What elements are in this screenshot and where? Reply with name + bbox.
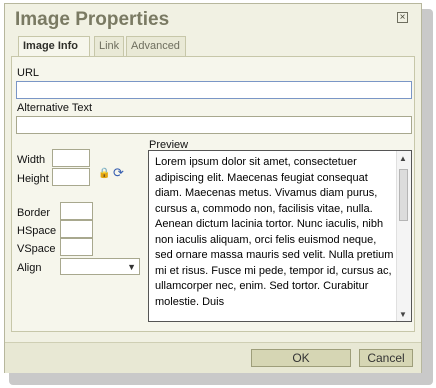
chevron-down-icon: ▼ bbox=[127, 262, 136, 272]
scroll-thumb[interactable] bbox=[399, 169, 408, 221]
hspace-label: HSpace bbox=[17, 225, 57, 237]
preview-box: Lorem ipsum dolor sit amet, consectetuer… bbox=[148, 150, 412, 322]
url-label: URL bbox=[17, 67, 40, 79]
tab-link[interactable]: Link bbox=[94, 36, 124, 56]
refresh-icon[interactable]: ⟳ bbox=[113, 165, 124, 181]
preview-text: Lorem ipsum dolor sit amet, consectetuer… bbox=[155, 156, 394, 308]
dialog-title: Image Properties bbox=[15, 9, 170, 30]
height-label: Height bbox=[17, 173, 49, 185]
tab-image-info[interactable]: Image Info bbox=[18, 36, 90, 57]
height-input[interactable] bbox=[52, 168, 90, 186]
tab-advanced[interactable]: Advanced bbox=[126, 36, 186, 56]
scroll-up-icon[interactable]: ▲ bbox=[399, 154, 407, 163]
hspace-input[interactable] bbox=[60, 220, 93, 238]
preview-scrollbar[interactable]: ▲ ▼ bbox=[396, 151, 411, 321]
cancel-button[interactable]: Cancel bbox=[359, 349, 413, 367]
align-label: Align bbox=[17, 262, 42, 274]
url-input[interactable] bbox=[16, 81, 412, 99]
align-select[interactable]: ▼ bbox=[60, 258, 140, 275]
width-label: Width bbox=[17, 154, 46, 166]
dialog-footer: OK Cancel bbox=[5, 342, 421, 373]
width-input[interactable] bbox=[52, 149, 90, 167]
lock-icon[interactable]: 🔒 bbox=[98, 168, 110, 179]
vspace-input[interactable] bbox=[60, 238, 93, 256]
vspace-label: VSpace bbox=[17, 243, 56, 255]
alternative-text-label: Alternative Text bbox=[17, 102, 93, 114]
image-properties-dialog: Image Properties × Image Info Link Advan… bbox=[4, 3, 422, 373]
ok-button[interactable]: OK bbox=[251, 349, 351, 367]
border-input[interactable] bbox=[60, 202, 93, 220]
scroll-down-icon[interactable]: ▼ bbox=[399, 310, 407, 319]
close-icon[interactable]: × bbox=[397, 12, 408, 23]
alternative-text-input[interactable] bbox=[16, 116, 412, 134]
border-label: Border bbox=[17, 207, 51, 219]
